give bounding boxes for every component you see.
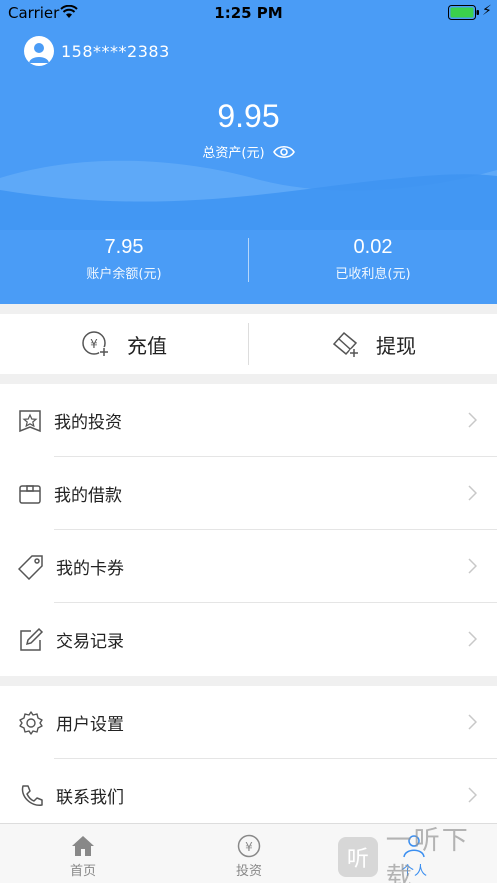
menu-label: 交易记录 [56,632,124,652]
account-balance-value: 7.95 [104,236,144,258]
tab-invest[interactable]: ¥ 投资 [166,824,332,883]
eye-icon[interactable] [272,145,295,159]
chevron-right-icon [468,485,477,501]
svg-text:¥: ¥ [90,337,98,351]
received-interest: 0.02 已收利息(元) [249,236,497,282]
clock: 1:25 PM [214,4,283,22]
tag-icon [18,554,43,580]
account-balance-label: 账户余额(元) [86,267,162,282]
menu-label: 联系我们 [56,788,124,808]
svg-text:¥: ¥ [245,840,253,854]
tab-invest-label: 投资 [235,864,262,879]
received-interest-value: 0.02 [353,236,393,258]
menu-item-my-loans[interactable]: 我的借款 [0,457,497,530]
status-bar: Carrier 1:25 PM ⚡ [0,0,497,26]
chevron-right-icon [468,412,477,428]
menu-label: 我的投资 [54,413,122,433]
menu-item-contact-us[interactable]: 联系我们 [0,759,497,823]
menu-item-my-coupons[interactable]: 我的卡券 [0,530,497,603]
recharge-icon: ¥ [82,331,109,357]
user-profile[interactable]: 158****2383 [24,36,170,66]
edit-icon [20,627,44,651]
charging-icon: ⚡ [482,3,492,19]
recharge-label: 充值 [127,333,167,358]
chevron-right-icon [468,558,477,574]
menu-item-my-investments[interactable]: 我的投资 [0,384,497,457]
user-phone: 158****2383 [61,41,170,61]
total-assets-label: 总资产(元) [202,146,265,161]
box-icon [19,484,41,504]
menu-label: 我的卡券 [56,559,124,579]
received-interest-label: 已收利息(元) [335,267,411,282]
tab-home-label: 首页 [69,864,96,879]
total-assets-label-row: 总资产(元) [0,142,497,161]
avatar[interactable] [24,36,54,66]
menu-group-account: 我的投资 我的借款 我的卡券 交易记录 [0,384,497,676]
quick-actions: ¥ 充值 提现 [0,314,497,374]
watermark: 听 一听下载 [338,826,497,883]
chevron-right-icon [468,631,477,647]
asset-header: Carrier 1:25 PM ⚡ 158****2383 9.95 总资产(元… [0,0,497,304]
tab-home[interactable]: 首页 [0,824,166,883]
phone-icon [21,784,43,806]
total-assets-value: 9.95 [217,98,280,134]
withdraw-button[interactable]: 提现 [249,314,497,374]
withdraw-icon [332,331,359,358]
user-avatar-icon [29,43,49,63]
recharge-button[interactable]: ¥ 充值 [0,314,248,374]
gear-icon [19,710,43,735]
wave-decoration [0,160,497,230]
menu-label: 用户设置 [56,715,124,735]
withdraw-label: 提现 [376,333,416,358]
yen-coin-icon: ¥ [237,834,261,858]
watermark-logo-icon: 听 [338,837,378,877]
chevron-right-icon [468,714,477,730]
account-balance: 7.95 账户余额(元) [0,236,248,282]
watermark-text: 一听下载 [385,826,470,883]
battery-icon [448,5,479,20]
home-icon [72,836,94,856]
menu-item-transaction-records[interactable]: 交易记录 [0,603,497,676]
chevron-right-icon [468,787,477,803]
menu-item-user-settings[interactable]: 用户设置 [0,686,497,759]
menu-label: 我的借款 [54,486,122,506]
star-badge-icon [19,409,41,432]
menu-group-settings: 用户设置 联系我们 [0,686,497,823]
